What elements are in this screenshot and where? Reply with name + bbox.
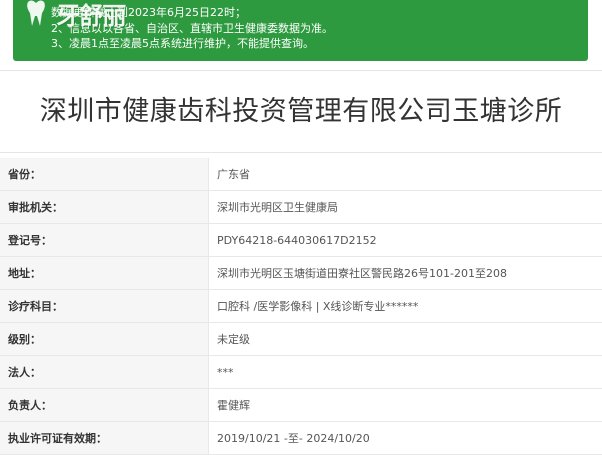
table-row: 地址： 深圳市光明区玉塘街道田寮社区警民路26号101-201至208 <box>0 257 602 290</box>
table-row: 诊疗科目： 口腔科 /医学影像科 | X线诊断专业****** <box>0 290 602 323</box>
table-row: 负责人： 霍健辉 <box>0 389 602 422</box>
notice-line-3: 3、凌晨1点至凌晨5点系统进行维护，不能提供查询。 <box>51 36 588 52</box>
row-value: 口腔科 /医学影像科 | X线诊断专业****** <box>209 290 602 323</box>
row-label: 审批机关： <box>0 191 209 224</box>
table-row: 登记号： PDY64218-644030617D2152 <box>0 224 602 257</box>
row-label: 负责人： <box>0 389 209 422</box>
row-label: 登记号： <box>0 224 209 257</box>
row-value: 未定级 <box>209 323 602 356</box>
notice-line-1: 数据更新截止到2023年6月25日22时； <box>51 5 588 21</box>
row-value: *** <box>209 356 602 389</box>
row-label: 级别： <box>0 323 209 356</box>
title-section: 深圳市健康齿科投资管理有限公司玉塘诊所 <box>0 70 602 153</box>
row-value: 广东省 <box>209 158 602 191</box>
table-row: 省份： 广东省 <box>0 158 602 191</box>
table-row: 级别： 未定级 <box>0 323 602 356</box>
row-label: 地址： <box>0 257 209 290</box>
info-table: 省份： 广东省 审批机关： 深圳市光明区卫生健康局 登记号： PDY64218-… <box>0 158 602 455</box>
row-value: PDY64218-644030617D2152 <box>209 224 602 257</box>
row-label: 诊疗科目： <box>0 290 209 323</box>
table-row: 执业许可证有效期： 2019/10/21 -至- 2024/10/20 <box>0 422 602 455</box>
page-title: 深圳市健康齿科投资管理有限公司玉塘诊所 <box>0 71 602 152</box>
table-row: 审批机关： 深圳市光明区卫生健康局 <box>0 191 602 224</box>
row-label: 省份： <box>0 158 209 191</box>
row-value: 霍健辉 <box>209 389 602 422</box>
notice-banner: 数据更新截止到2023年6月25日22时； 2、信息以以各省、自治区、直辖市卫生… <box>13 0 588 61</box>
row-label: 执业许可证有效期： <box>0 422 209 455</box>
notice-line-2: 2、信息以以各省、自治区、直辖市卫生健康委数据为准。 <box>51 21 588 37</box>
table-row: 法人： *** <box>0 356 602 389</box>
row-value: 2019/10/21 -至- 2024/10/20 <box>209 422 602 455</box>
row-label: 法人： <box>0 356 209 389</box>
row-value: 深圳市光明区卫生健康局 <box>209 191 602 224</box>
row-value: 深圳市光明区玉塘街道田寮社区警民路26号101-201至208 <box>209 257 602 290</box>
